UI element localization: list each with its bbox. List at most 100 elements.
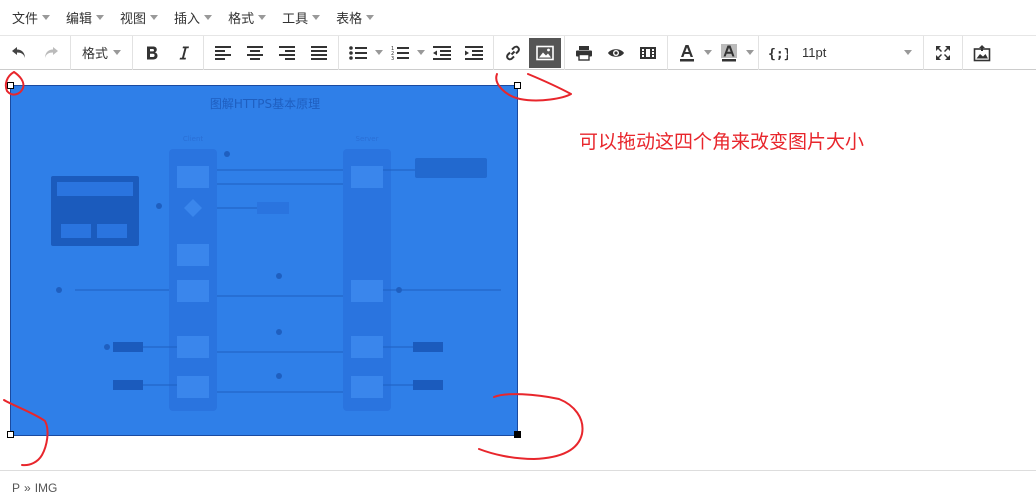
- path-separator: »: [24, 480, 31, 495]
- menu-insert-label: 插入: [174, 11, 201, 26]
- align-justify-button[interactable]: [303, 38, 335, 68]
- menu-file[interactable]: 文件: [4, 0, 58, 36]
- indent-icon: [465, 45, 484, 60]
- diagram-box: [257, 202, 289, 214]
- upload-image-button[interactable]: [966, 38, 998, 68]
- note-marker: [276, 329, 282, 335]
- chevron-down-icon: [312, 15, 321, 20]
- menu-table[interactable]: 表格: [328, 0, 382, 36]
- fullscreen-group: [924, 35, 964, 70]
- upload-group: [963, 36, 1001, 70]
- background-color-dropdown[interactable]: [745, 38, 755, 68]
- path-img[interactable]: IMG: [35, 481, 58, 495]
- link-button[interactable]: [497, 38, 529, 68]
- code-fontsize-group: {;} 11pt: [759, 35, 925, 70]
- diagram-box: [57, 182, 133, 196]
- menu-tools[interactable]: 工具: [274, 0, 328, 36]
- preview-button[interactable]: [600, 38, 632, 68]
- image-icon: [536, 45, 554, 60]
- diagram-box: [97, 224, 127, 238]
- numbered-list-button[interactable]: 123: [384, 38, 416, 68]
- menu-file-label: 文件: [12, 11, 39, 26]
- menu-format-label: 格式: [228, 11, 255, 26]
- background-color-button[interactable]: [713, 38, 745, 68]
- list-group: 123: [339, 35, 495, 70]
- menu-view[interactable]: 视图: [112, 0, 166, 36]
- resize-handle-bottom-right[interactable]: [514, 431, 521, 438]
- diagram-box: [413, 380, 443, 390]
- note-marker: [104, 344, 110, 350]
- align-center-button[interactable]: [239, 38, 271, 68]
- color-group: [668, 35, 760, 70]
- link-icon: [506, 45, 520, 60]
- text-color-icon: [680, 44, 695, 61]
- chevron-down-icon: [258, 15, 267, 20]
- diagram-box: [177, 166, 209, 188]
- align-center-icon: [247, 45, 264, 60]
- code-sample-button[interactable]: {;}: [762, 38, 794, 68]
- align-right-icon: [279, 45, 296, 60]
- outdent-button[interactable]: [426, 38, 458, 68]
- note-marker: [224, 151, 230, 157]
- image-title: 图解HTTPS基本原理: [210, 97, 320, 111]
- menu-format[interactable]: 格式: [220, 0, 274, 36]
- bullet-list-split: [342, 38, 384, 68]
- diagram-box: [177, 244, 209, 266]
- bullet-list-dropdown[interactable]: [374, 38, 384, 68]
- text-color-dropdown[interactable]: [703, 38, 713, 68]
- redo-icon: [45, 46, 58, 58]
- diagram-box: [351, 166, 383, 188]
- diagram-box: [351, 376, 383, 398]
- diagram-box: [61, 224, 91, 238]
- chevron-down-icon: [96, 15, 105, 20]
- menu-table-label: 表格: [336, 11, 363, 26]
- text-color-button[interactable]: [671, 38, 703, 68]
- text-style-group: [133, 35, 205, 70]
- fullscreen-icon: [936, 45, 951, 60]
- diagram-box: [177, 376, 209, 398]
- indent-button[interactable]: [458, 38, 490, 68]
- format-group: 格式: [71, 35, 134, 70]
- print-button[interactable]: [568, 38, 600, 68]
- numbered-list-split: 123: [384, 38, 426, 68]
- print-group: [565, 35, 669, 70]
- redo-button[interactable]: [35, 38, 67, 68]
- format-dropdown-label: 格式: [82, 46, 109, 61]
- resize-handle-bottom-left[interactable]: [7, 431, 14, 438]
- resize-handle-top-right[interactable]: [514, 82, 521, 89]
- italic-button[interactable]: [168, 38, 200, 68]
- font-size-dropdown[interactable]: 11pt: [794, 38, 920, 68]
- menu-insert[interactable]: 插入: [166, 0, 220, 36]
- code-braces-icon: {;}: [768, 47, 788, 61]
- align-right-button[interactable]: [271, 38, 303, 68]
- bold-button[interactable]: [136, 38, 168, 68]
- chevron-down-icon: [113, 50, 122, 55]
- menu-tools-label: 工具: [282, 11, 309, 26]
- editor-content[interactable]: 图解HTTPS基本原理 Client Server 可以拖动这四个角来改变图片大…: [0, 71, 1036, 469]
- bullet-list-button[interactable]: [342, 38, 374, 68]
- image-button[interactable]: [529, 37, 562, 68]
- note-marker: [56, 287, 62, 293]
- align-left-button[interactable]: [207, 38, 239, 68]
- diagram-box: [113, 342, 143, 352]
- chevron-down-icon: [417, 50, 426, 55]
- diagram-box: [351, 336, 383, 358]
- path-p[interactable]: P: [12, 481, 20, 495]
- resize-handle-top-left[interactable]: [7, 82, 14, 89]
- diagram-box: [113, 380, 143, 390]
- undo-button[interactable]: [3, 38, 35, 68]
- numbered-list-dropdown[interactable]: [416, 38, 426, 68]
- menu-edit[interactable]: 编辑: [58, 0, 112, 36]
- image-upload-icon: [973, 44, 991, 61]
- chevron-down-icon: [204, 15, 213, 20]
- format-dropdown[interactable]: 格式: [74, 38, 129, 68]
- align-left-icon: [215, 45, 232, 60]
- media-button[interactable]: [632, 38, 664, 68]
- chevron-down-icon: [704, 50, 713, 55]
- https-diagram-image: 图解HTTPS基本原理 Client Server: [11, 86, 517, 435]
- selected-image[interactable]: 图解HTTPS基本原理 Client Server: [10, 85, 518, 436]
- fullscreen-button[interactable]: [927, 38, 959, 68]
- note-marker: [276, 373, 282, 379]
- italic-icon: [179, 46, 190, 59]
- history-group: [0, 35, 71, 70]
